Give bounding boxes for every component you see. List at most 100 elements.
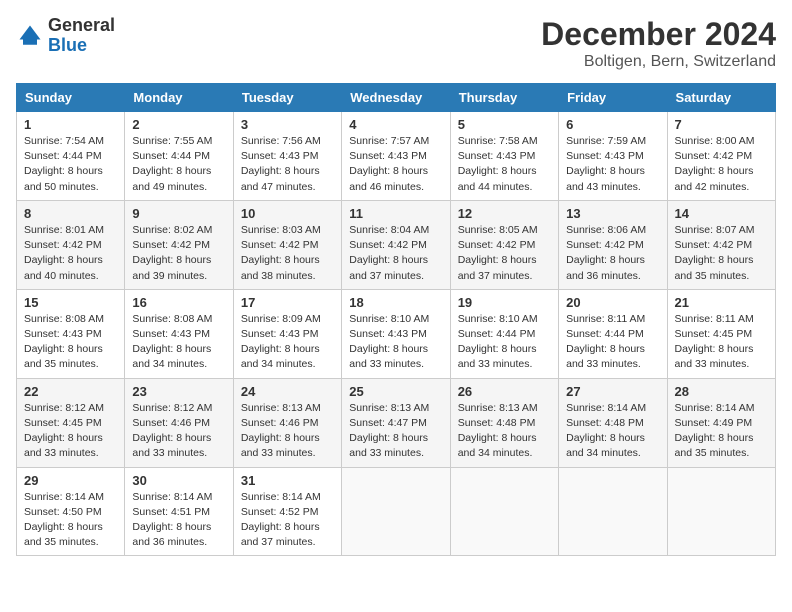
logo: General Blue (16, 16, 115, 56)
daylight-label: Daylight: 8 hours and 38 minutes. (241, 254, 320, 281)
sunset-label: Sunset: 4:43 PM (132, 328, 210, 340)
sunrise-label: Sunrise: 8:01 AM (24, 224, 104, 236)
table-row: 15 Sunrise: 8:08 AM Sunset: 4:43 PM Dayl… (17, 289, 125, 378)
sunrise-label: Sunrise: 8:13 AM (349, 402, 429, 414)
day-info: Sunrise: 8:13 AM Sunset: 4:46 PM Dayligh… (241, 401, 334, 462)
sunrise-label: Sunrise: 8:10 AM (349, 313, 429, 325)
sunrise-label: Sunrise: 8:11 AM (566, 313, 645, 325)
sunset-label: Sunset: 4:42 PM (675, 239, 753, 251)
logo-icon (16, 22, 44, 50)
col-wednesday: Wednesday (342, 84, 450, 112)
day-info: Sunrise: 8:14 AM Sunset: 4:51 PM Dayligh… (132, 490, 225, 551)
sunrise-label: Sunrise: 8:14 AM (675, 402, 755, 414)
sunrise-label: Sunrise: 8:12 AM (132, 402, 212, 414)
table-row: 11 Sunrise: 8:04 AM Sunset: 4:42 PM Dayl… (342, 200, 450, 289)
col-thursday: Thursday (450, 84, 558, 112)
sunrise-label: Sunrise: 8:03 AM (241, 224, 321, 236)
day-info: Sunrise: 7:59 AM Sunset: 4:43 PM Dayligh… (566, 134, 659, 195)
calendar-week-row: 15 Sunrise: 8:08 AM Sunset: 4:43 PM Dayl… (17, 289, 776, 378)
sunset-label: Sunset: 4:51 PM (132, 506, 210, 518)
sunrise-label: Sunrise: 8:14 AM (132, 491, 212, 503)
col-sunday: Sunday (17, 84, 125, 112)
day-info: Sunrise: 8:13 AM Sunset: 4:48 PM Dayligh… (458, 401, 551, 462)
sunset-label: Sunset: 4:42 PM (349, 239, 427, 251)
logo-blue: Blue (48, 35, 87, 55)
daylight-label: Daylight: 8 hours and 33 minutes. (132, 432, 211, 459)
sunset-label: Sunset: 4:42 PM (132, 239, 210, 251)
day-number: 6 (566, 117, 659, 132)
sunrise-label: Sunrise: 7:59 AM (566, 135, 646, 147)
day-number: 13 (566, 206, 659, 221)
table-row: 9 Sunrise: 8:02 AM Sunset: 4:42 PM Dayli… (125, 200, 233, 289)
day-info: Sunrise: 8:14 AM Sunset: 4:49 PM Dayligh… (675, 401, 768, 462)
month-title: December 2024 (541, 16, 776, 53)
daylight-label: Daylight: 8 hours and 42 minutes. (675, 165, 754, 192)
daylight-label: Daylight: 8 hours and 40 minutes. (24, 254, 103, 281)
sunset-label: Sunset: 4:46 PM (132, 417, 210, 429)
table-row: 25 Sunrise: 8:13 AM Sunset: 4:47 PM Dayl… (342, 378, 450, 467)
sunrise-label: Sunrise: 8:09 AM (241, 313, 321, 325)
table-row: 22 Sunrise: 8:12 AM Sunset: 4:45 PM Dayl… (17, 378, 125, 467)
day-number: 30 (132, 473, 225, 488)
sunrise-label: Sunrise: 8:13 AM (241, 402, 321, 414)
day-info: Sunrise: 8:08 AM Sunset: 4:43 PM Dayligh… (24, 312, 117, 373)
day-number: 10 (241, 206, 334, 221)
table-row: 30 Sunrise: 8:14 AM Sunset: 4:51 PM Dayl… (125, 467, 233, 556)
logo-general: General (48, 15, 115, 35)
table-row: 12 Sunrise: 8:05 AM Sunset: 4:42 PM Dayl… (450, 200, 558, 289)
sunrise-label: Sunrise: 8:13 AM (458, 402, 538, 414)
sunset-label: Sunset: 4:52 PM (241, 506, 319, 518)
sunrise-label: Sunrise: 7:57 AM (349, 135, 429, 147)
daylight-label: Daylight: 8 hours and 47 minutes. (241, 165, 320, 192)
sunset-label: Sunset: 4:44 PM (24, 150, 102, 162)
day-number: 26 (458, 384, 551, 399)
sunset-label: Sunset: 4:46 PM (241, 417, 319, 429)
col-monday: Monday (125, 84, 233, 112)
day-info: Sunrise: 7:56 AM Sunset: 4:43 PM Dayligh… (241, 134, 334, 195)
day-info: Sunrise: 8:09 AM Sunset: 4:43 PM Dayligh… (241, 312, 334, 373)
day-info: Sunrise: 8:01 AM Sunset: 4:42 PM Dayligh… (24, 223, 117, 284)
daylight-label: Daylight: 8 hours and 36 minutes. (132, 521, 211, 548)
day-info: Sunrise: 8:12 AM Sunset: 4:46 PM Dayligh… (132, 401, 225, 462)
sunset-label: Sunset: 4:43 PM (241, 150, 319, 162)
table-row: 10 Sunrise: 8:03 AM Sunset: 4:42 PM Dayl… (233, 200, 341, 289)
day-info: Sunrise: 8:11 AM Sunset: 4:44 PM Dayligh… (566, 312, 659, 373)
day-number: 9 (132, 206, 225, 221)
sunrise-label: Sunrise: 7:58 AM (458, 135, 538, 147)
day-info: Sunrise: 8:10 AM Sunset: 4:43 PM Dayligh… (349, 312, 442, 373)
day-info: Sunrise: 8:11 AM Sunset: 4:45 PM Dayligh… (675, 312, 768, 373)
table-row: 8 Sunrise: 8:01 AM Sunset: 4:42 PM Dayli… (17, 200, 125, 289)
daylight-label: Daylight: 8 hours and 35 minutes. (675, 432, 754, 459)
calendar-week-row: 22 Sunrise: 8:12 AM Sunset: 4:45 PM Dayl… (17, 378, 776, 467)
daylight-label: Daylight: 8 hours and 37 minutes. (241, 521, 320, 548)
sunrise-label: Sunrise: 8:06 AM (566, 224, 646, 236)
day-info: Sunrise: 7:54 AM Sunset: 4:44 PM Dayligh… (24, 134, 117, 195)
day-number: 1 (24, 117, 117, 132)
day-number: 7 (675, 117, 768, 132)
day-info: Sunrise: 8:10 AM Sunset: 4:44 PM Dayligh… (458, 312, 551, 373)
sunrise-label: Sunrise: 8:12 AM (24, 402, 104, 414)
sunset-label: Sunset: 4:48 PM (566, 417, 644, 429)
sunrise-label: Sunrise: 8:05 AM (458, 224, 538, 236)
day-number: 19 (458, 295, 551, 310)
sunset-label: Sunset: 4:44 PM (458, 328, 536, 340)
calendar-header-row: Sunday Monday Tuesday Wednesday Thursday… (17, 84, 776, 112)
table-row: 3 Sunrise: 7:56 AM Sunset: 4:43 PM Dayli… (233, 112, 341, 201)
table-row: 1 Sunrise: 7:54 AM Sunset: 4:44 PM Dayli… (17, 112, 125, 201)
day-info: Sunrise: 8:12 AM Sunset: 4:45 PM Dayligh… (24, 401, 117, 462)
day-number: 2 (132, 117, 225, 132)
day-info: Sunrise: 8:14 AM Sunset: 4:48 PM Dayligh… (566, 401, 659, 462)
table-row: 27 Sunrise: 8:14 AM Sunset: 4:48 PM Dayl… (559, 378, 667, 467)
table-row: 14 Sunrise: 8:07 AM Sunset: 4:42 PM Dayl… (667, 200, 775, 289)
day-number: 14 (675, 206, 768, 221)
sunset-label: Sunset: 4:49 PM (675, 417, 753, 429)
daylight-label: Daylight: 8 hours and 34 minutes. (132, 343, 211, 370)
sunset-label: Sunset: 4:44 PM (566, 328, 644, 340)
daylight-label: Daylight: 8 hours and 46 minutes. (349, 165, 428, 192)
sunrise-label: Sunrise: 7:54 AM (24, 135, 104, 147)
daylight-label: Daylight: 8 hours and 33 minutes. (241, 432, 320, 459)
sunset-label: Sunset: 4:43 PM (349, 328, 427, 340)
table-row (342, 467, 450, 556)
daylight-label: Daylight: 8 hours and 34 minutes. (566, 432, 645, 459)
sunset-label: Sunset: 4:42 PM (241, 239, 319, 251)
